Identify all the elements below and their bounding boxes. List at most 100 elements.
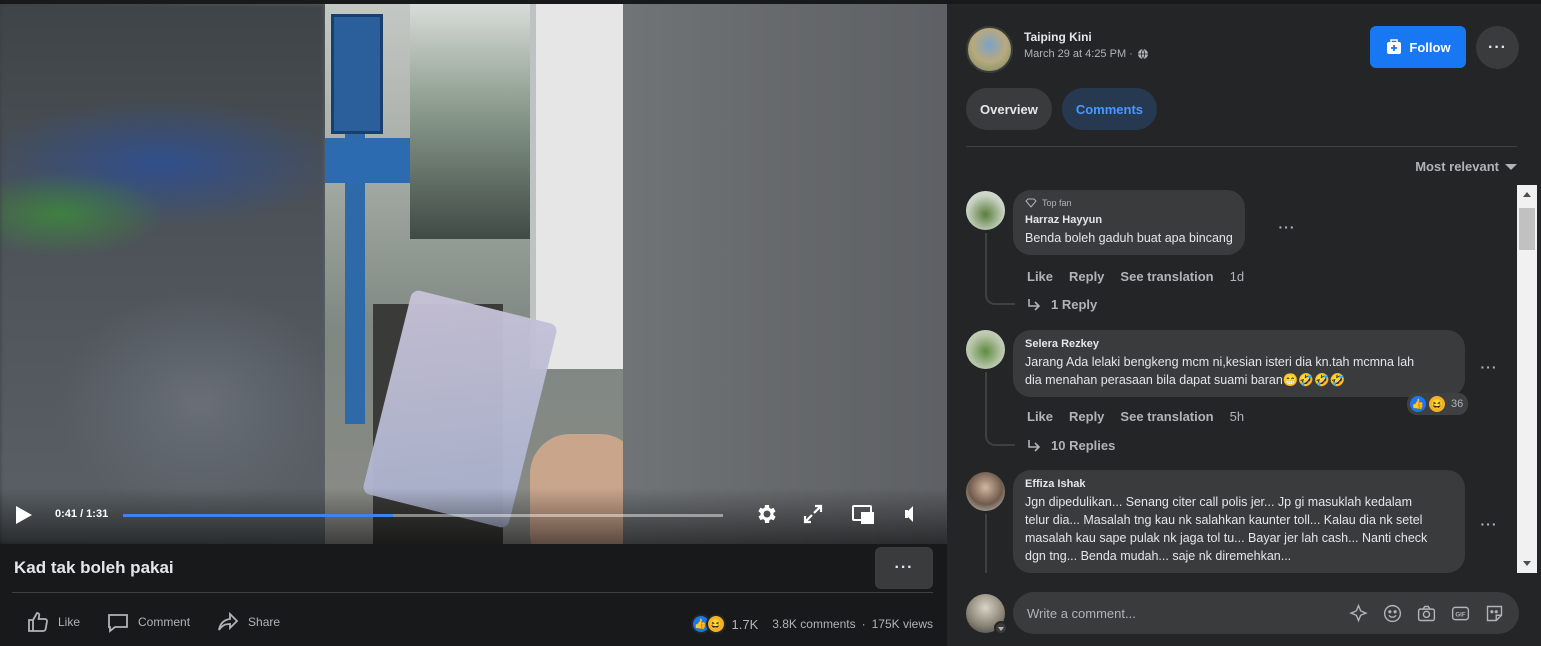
comment-actions: Like Reply See translation 1d <box>1027 269 1244 284</box>
page-more-button[interactable]: ··· <box>1476 26 1519 69</box>
haha-reaction-icon: 😆 <box>1427 394 1447 414</box>
comment-label: Comment <box>138 615 191 629</box>
video-time: 0:41 / 1:31 <box>55 508 109 520</box>
comment-actions: Like Reply See translation 5h <box>1027 409 1244 424</box>
post-title: Kad tak boleh pakai <box>14 558 174 577</box>
booth-line <box>554 208 614 226</box>
view-replies-button[interactable]: 1 Reply <box>1027 297 1097 312</box>
comment-more-button[interactable]: ··· <box>1477 512 1501 536</box>
comment-more-button[interactable]: ··· <box>1275 215 1299 239</box>
globe-icon <box>1137 48 1148 60</box>
like-button[interactable]: Like <box>26 610 80 634</box>
haha-reaction-icon: 😆 <box>705 614 726 634</box>
progress-bar[interactable] <box>123 514 723 517</box>
stats-separator: · <box>861 617 866 631</box>
thread-line <box>985 372 987 432</box>
views-count: 175K views <box>871 617 933 631</box>
thread-line <box>985 514 987 573</box>
view-replies-button[interactable]: 10 Replies <box>1027 438 1115 453</box>
frame-pole <box>331 14 383 134</box>
avatar[interactable] <box>966 472 1005 511</box>
avatar[interactable] <box>966 330 1005 369</box>
video-blur-right <box>623 4 947 544</box>
share-icon <box>218 611 239 631</box>
post-sidebar: Taiping Kini March 29 at 4:25 PM · Follo… <box>947 0 1541 646</box>
frame-booth-lines <box>554 164 614 296</box>
booth-line <box>554 164 614 182</box>
comment-age[interactable]: 5h <box>1230 409 1244 424</box>
frame-sign <box>325 138 410 183</box>
follow-label: Follow <box>1409 39 1451 55</box>
view-tabs: Overview Comments <box>966 88 1158 130</box>
booth-line <box>554 186 614 204</box>
scroll-down-icon[interactable] <box>1523 561 1531 566</box>
see-translation-link[interactable]: See translation <box>1120 269 1213 284</box>
comment-author[interactable]: Effiza Ishak <box>1025 478 1453 490</box>
post-stats: 👍 😆 1.7K 3.8K comments · 175K views <box>690 614 933 634</box>
share-label: Share <box>248 615 281 629</box>
emoji-icon[interactable] <box>1382 603 1403 624</box>
video-controls: 0:41 / 1:31 <box>0 488 947 544</box>
volume-icon[interactable] <box>897 500 925 528</box>
video-frame <box>325 4 623 544</box>
comment-button[interactable]: Comment <box>106 610 190 634</box>
follow-button[interactable]: Follow <box>1370 26 1466 68</box>
avatar[interactable] <box>966 191 1005 230</box>
comment-author[interactable]: Selera Rezkey <box>1025 338 1453 350</box>
comment-more-button[interactable]: ··· <box>1477 355 1501 379</box>
sticker-icon[interactable] <box>1484 603 1505 624</box>
comment-input[interactable]: Write a comment... GIF <box>1013 592 1519 634</box>
comment-reply-button[interactable]: Reply <box>1069 409 1104 424</box>
share-button[interactable]: Share <box>216 610 280 634</box>
gif-icon[interactable]: GIF <box>1450 603 1471 624</box>
reaction-count[interactable]: 1.7K <box>732 617 759 632</box>
comment-reply-button[interactable]: Reply <box>1069 269 1104 284</box>
sort-dropdown[interactable]: Most relevant <box>1415 159 1517 174</box>
page-avatar[interactable] <box>966 26 1013 73</box>
fullscreen-icon[interactable] <box>799 500 827 528</box>
page-name[interactable]: Taiping Kini <box>1024 30 1092 44</box>
booth-line <box>554 274 614 292</box>
video-blur-left <box>0 4 325 544</box>
chevron-down-icon[interactable] <box>994 621 1008 635</box>
comment-like-button[interactable]: Like <box>1027 269 1053 284</box>
comment-reactions[interactable]: 👍 😆 36 <box>1407 393 1469 415</box>
comment-icon <box>108 614 128 633</box>
see-translation-link[interactable]: See translation <box>1120 409 1213 424</box>
tab-overview[interactable]: Overview <box>966 88 1052 130</box>
sparkle-icon[interactable] <box>1348 603 1369 624</box>
like-reaction-icon: 👍 <box>1408 394 1428 414</box>
comment-author[interactable]: Harraz Hayyun <box>1025 214 1233 226</box>
comment-like-button[interactable]: Like <box>1027 409 1053 424</box>
comment-text: Jgn dipedulikan... Senang citer call pol… <box>1025 495 1428 563</box>
comment-age[interactable]: 1d <box>1230 269 1244 284</box>
comment-text: Jarang Ada lelaki bengkeng mcm ni,kesian… <box>1025 355 1415 387</box>
pip-icon[interactable] <box>849 500 877 528</box>
play-icon[interactable] <box>16 506 32 524</box>
scroll-thumb[interactable] <box>1519 208 1535 250</box>
comment-bubble: Top fan Harraz Hayyun Benda boleh gaduh … <box>1013 190 1245 255</box>
post-date: March 29 at 4:25 PM · <box>1024 48 1149 60</box>
facebook-video-viewer: 0:41 / 1:31 Kad tak boleh pakai ··· Like… <box>0 0 1541 646</box>
comments-scrollbar[interactable] <box>1517 185 1537 573</box>
video-player[interactable]: 0:41 / 1:31 <box>0 4 947 544</box>
tab-comments[interactable]: Comments <box>1061 88 1158 130</box>
camera-icon[interactable] <box>1416 603 1437 624</box>
comment-bubble: Selera Rezkey Jarang Ada lelaki bengkeng… <box>1013 330 1465 397</box>
replies-count: 10 Replies <box>1051 438 1116 453</box>
reaction-icons[interactable]: 👍 😆 <box>690 614 726 634</box>
top-fan-badge: Top fan <box>1025 198 1233 208</box>
reply-arrow-icon <box>1028 439 1041 452</box>
thread-curve <box>985 291 1015 305</box>
post-date-text[interactable]: March 29 at 4:25 PM · <box>1024 48 1133 60</box>
comment-list: Top fan Harraz Hayyun Benda boleh gaduh … <box>947 185 1517 573</box>
gear-icon[interactable] <box>753 500 781 528</box>
scroll-up-icon[interactable] <box>1523 192 1531 197</box>
post-more-button[interactable]: ··· <box>875 547 933 589</box>
diamond-icon <box>1025 198 1037 208</box>
sort-label: Most relevant <box>1415 159 1499 174</box>
video-panel: 0:41 / 1:31 Kad tak boleh pakai ··· Like… <box>0 0 947 646</box>
reply-arrow-icon <box>1028 298 1041 311</box>
comments-count[interactable]: 3.8K comments <box>772 617 855 631</box>
svg-text:GIF: GIF <box>1455 611 1465 618</box>
